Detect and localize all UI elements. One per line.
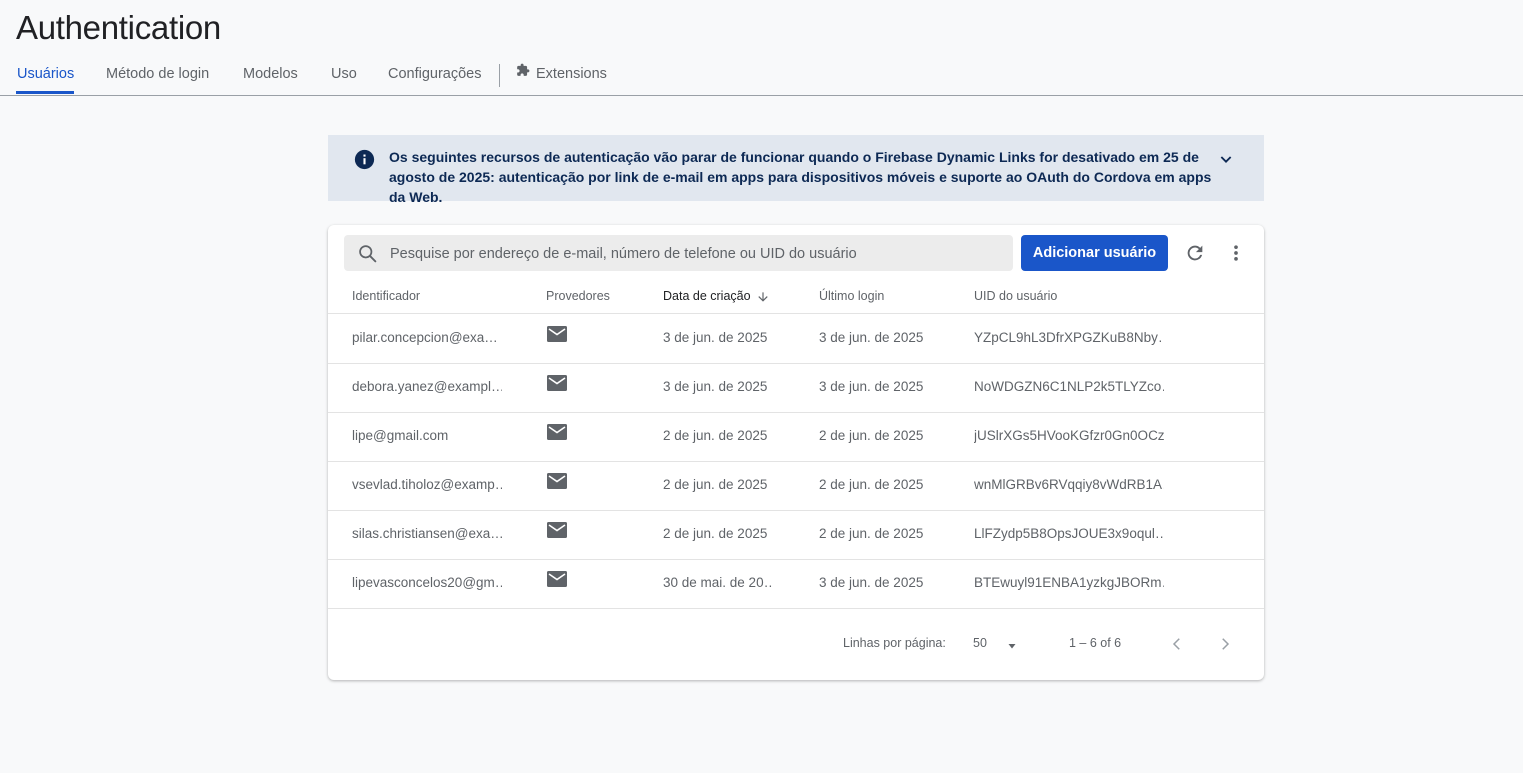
chevron-down-icon[interactable] xyxy=(1218,151,1234,172)
deprecation-banner: Os seguintes recursos de autenticação vã… xyxy=(328,135,1264,205)
cell-last-login: 2 de jun. de 2025 xyxy=(819,477,924,492)
chevron-right-icon[interactable] xyxy=(1216,635,1234,658)
cell-identifier: vsevlad.tiholoz@examp… xyxy=(352,477,502,492)
cell-uid: jUSlrXGs5HVooKGfzr0Gn0OCz… xyxy=(974,428,1164,443)
cell-identifier: lipevasconcelos20@gm… xyxy=(352,575,502,590)
cell-created: 30 de mai. de 20… xyxy=(663,575,773,590)
cell-last-login: 2 de jun. de 2025 xyxy=(819,526,924,541)
table-row[interactable]: pilar.concepcion@exa… 3 de jun. de 2025 3 … xyxy=(328,314,1264,364)
table-row[interactable]: silas.christiansen@exa… 2 de jun. de 2025… xyxy=(328,510,1264,560)
tab-extensions[interactable]: Extensions xyxy=(516,54,607,94)
tab-metodo-de-login[interactable]: Método de login xyxy=(106,54,209,94)
cell-uid: wnMlGRBv6RVqqiy8vWdRB1A… xyxy=(974,477,1164,492)
banner-message: Os seguintes recursos de autenticação vã… xyxy=(389,149,1212,205)
tab-configuracoes[interactable]: Configurações xyxy=(388,54,482,94)
cell-created: 3 de jun. de 2025 xyxy=(663,330,768,345)
cell-last-login: 2 de jun. de 2025 xyxy=(819,428,924,443)
users-card: Adicionar usuário Identificador Provedor… xyxy=(328,225,1264,680)
tab-usuarios[interactable]: Usuários xyxy=(17,54,74,94)
arrow-down-icon[interactable] xyxy=(756,289,770,310)
cell-uid: BTEwuyl91ENBA1yzkgJBORm… xyxy=(974,575,1164,590)
active-tab-indicator xyxy=(16,91,74,94)
pagination-range: 1 – 6 of 6 xyxy=(1069,636,1122,650)
tab-extensions-label: Extensions xyxy=(536,66,607,82)
search-input[interactable] xyxy=(388,235,1002,273)
rows-per-page-select[interactable]: 50 xyxy=(973,636,987,650)
extensions-icon xyxy=(516,53,530,93)
add-user-button[interactable]: Adicionar usuário xyxy=(1021,235,1168,271)
cell-uid: NoWDGZN6C1NLP2k5TLYZco… xyxy=(974,379,1164,394)
cell-uid: YZpCL9hL3DfrXPGZKuB8Nby… xyxy=(974,330,1164,345)
more-vert-icon[interactable] xyxy=(1226,242,1246,269)
search-box xyxy=(344,235,1013,273)
email-icon xyxy=(547,424,567,445)
email-icon xyxy=(547,522,567,543)
table-row[interactable]: lipevasconcelos20@gm… 30 de mai. de 20… 3 … xyxy=(328,559,1264,609)
cell-identifier: debora.yanez@exampl… xyxy=(352,379,502,394)
tab-bar: Usuários Método de login Modelos Uso Con… xyxy=(0,54,1523,96)
search-icon xyxy=(357,243,378,269)
dropdown-arrow-icon[interactable] xyxy=(1006,639,1018,657)
table-row[interactable]: vsevlad.tiholoz@examp… 2 de jun. de 2025 2… xyxy=(328,461,1264,511)
cell-last-login: 3 de jun. de 2025 xyxy=(819,379,924,394)
cell-created: 3 de jun. de 2025 xyxy=(663,379,768,394)
tab-uso[interactable]: Uso xyxy=(331,54,357,94)
chevron-left-icon[interactable] xyxy=(1168,635,1186,658)
column-header-created[interactable]: Data de criação xyxy=(663,289,751,303)
rows-per-page-label: Linhas por página: xyxy=(843,636,946,650)
cell-created: 2 de jun. de 2025 xyxy=(663,428,768,443)
info-icon xyxy=(354,149,375,170)
column-header-uid[interactable]: UID do usuário xyxy=(974,289,1057,303)
cell-last-login: 3 de jun. de 2025 xyxy=(819,575,924,590)
cell-identifier: lipe@gmail.com xyxy=(352,428,449,443)
cell-identifier: silas.christiansen@exa… xyxy=(352,526,502,541)
column-header-last-login[interactable]: Último login xyxy=(819,289,884,303)
column-header-identifier[interactable]: Identificador xyxy=(352,289,420,303)
cell-created: 2 de jun. de 2025 xyxy=(663,526,768,541)
email-icon xyxy=(547,571,567,592)
table-row[interactable]: debora.yanez@exampl… 3 de jun. de 2025 3 d… xyxy=(328,363,1264,413)
column-header-providers[interactable]: Provedores xyxy=(546,289,610,303)
cell-uid: LlFZydp5B8OpsJOUE3x9oqul… xyxy=(974,526,1164,541)
table-row[interactable]: lipe@gmail.com 2 de jun. de 2025 2 de jun.… xyxy=(328,412,1264,462)
cell-identifier: pilar.concepcion@exa… xyxy=(352,330,498,345)
cell-last-login: 3 de jun. de 2025 xyxy=(819,330,924,345)
page-title: Authentication xyxy=(16,9,221,46)
refresh-icon[interactable] xyxy=(1184,242,1206,269)
email-icon xyxy=(547,473,567,494)
tab-modelos[interactable]: Modelos xyxy=(243,54,298,94)
email-icon xyxy=(547,326,567,347)
email-icon xyxy=(547,375,567,396)
tab-divider xyxy=(499,64,500,87)
cell-created: 2 de jun. de 2025 xyxy=(663,477,768,492)
